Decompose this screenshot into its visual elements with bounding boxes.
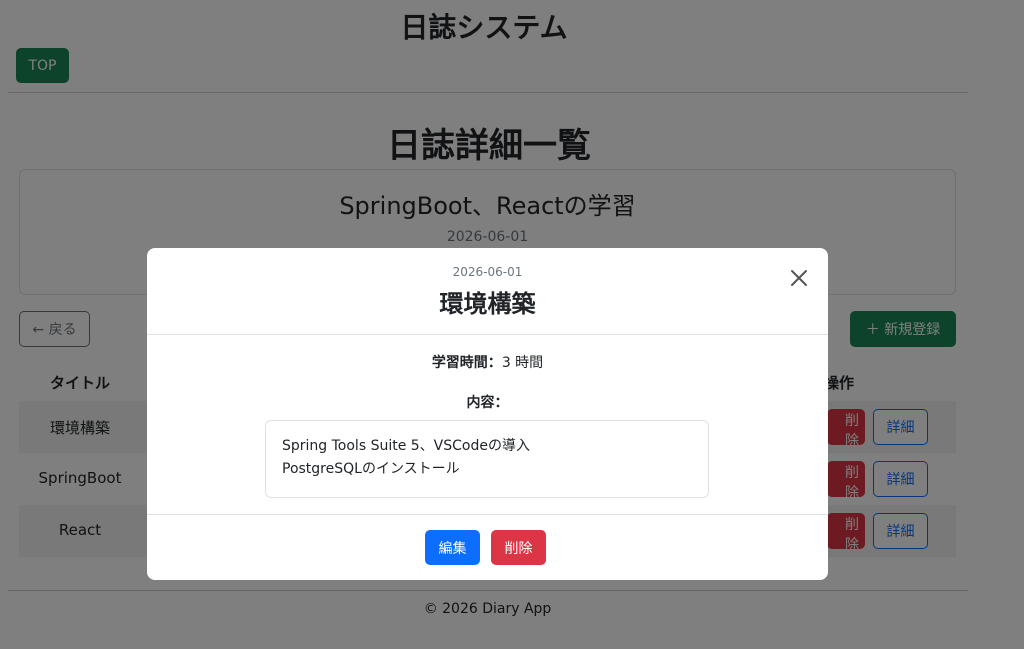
close-button[interactable] xyxy=(787,266,811,290)
content-line: PostgreSQLのインストール xyxy=(282,461,460,477)
modal-date: 2026-06-01 xyxy=(452,265,523,279)
delete-button[interactable]: 削除 xyxy=(491,530,546,565)
modal-title: 環境構築 xyxy=(439,290,536,318)
content-label: 内容： xyxy=(466,395,509,411)
content-box: Spring Tools Suite 5、VSCodeの導入 PostgreSQ… xyxy=(265,420,709,498)
content-line: Spring Tools Suite 5、VSCodeの導入 xyxy=(282,438,530,454)
modal-header-divider xyxy=(147,334,828,335)
study-time-value: 3 時間 xyxy=(501,355,544,371)
study-time-label: 学習時間： xyxy=(431,355,502,371)
study-time-row: 学習時間：3 時間 xyxy=(147,352,828,372)
entry-detail-modal: 2026-06-01 環境構築 学習時間：3 時間 内容： Spring Too… xyxy=(147,248,828,580)
close-icon xyxy=(791,270,807,286)
edit-button[interactable]: 編集 xyxy=(425,530,480,565)
modal-footer-divider xyxy=(147,514,828,515)
page: 日誌システム TOP 日誌詳細一覧 SpringBoot、Reactの学習 20… xyxy=(0,0,1024,649)
